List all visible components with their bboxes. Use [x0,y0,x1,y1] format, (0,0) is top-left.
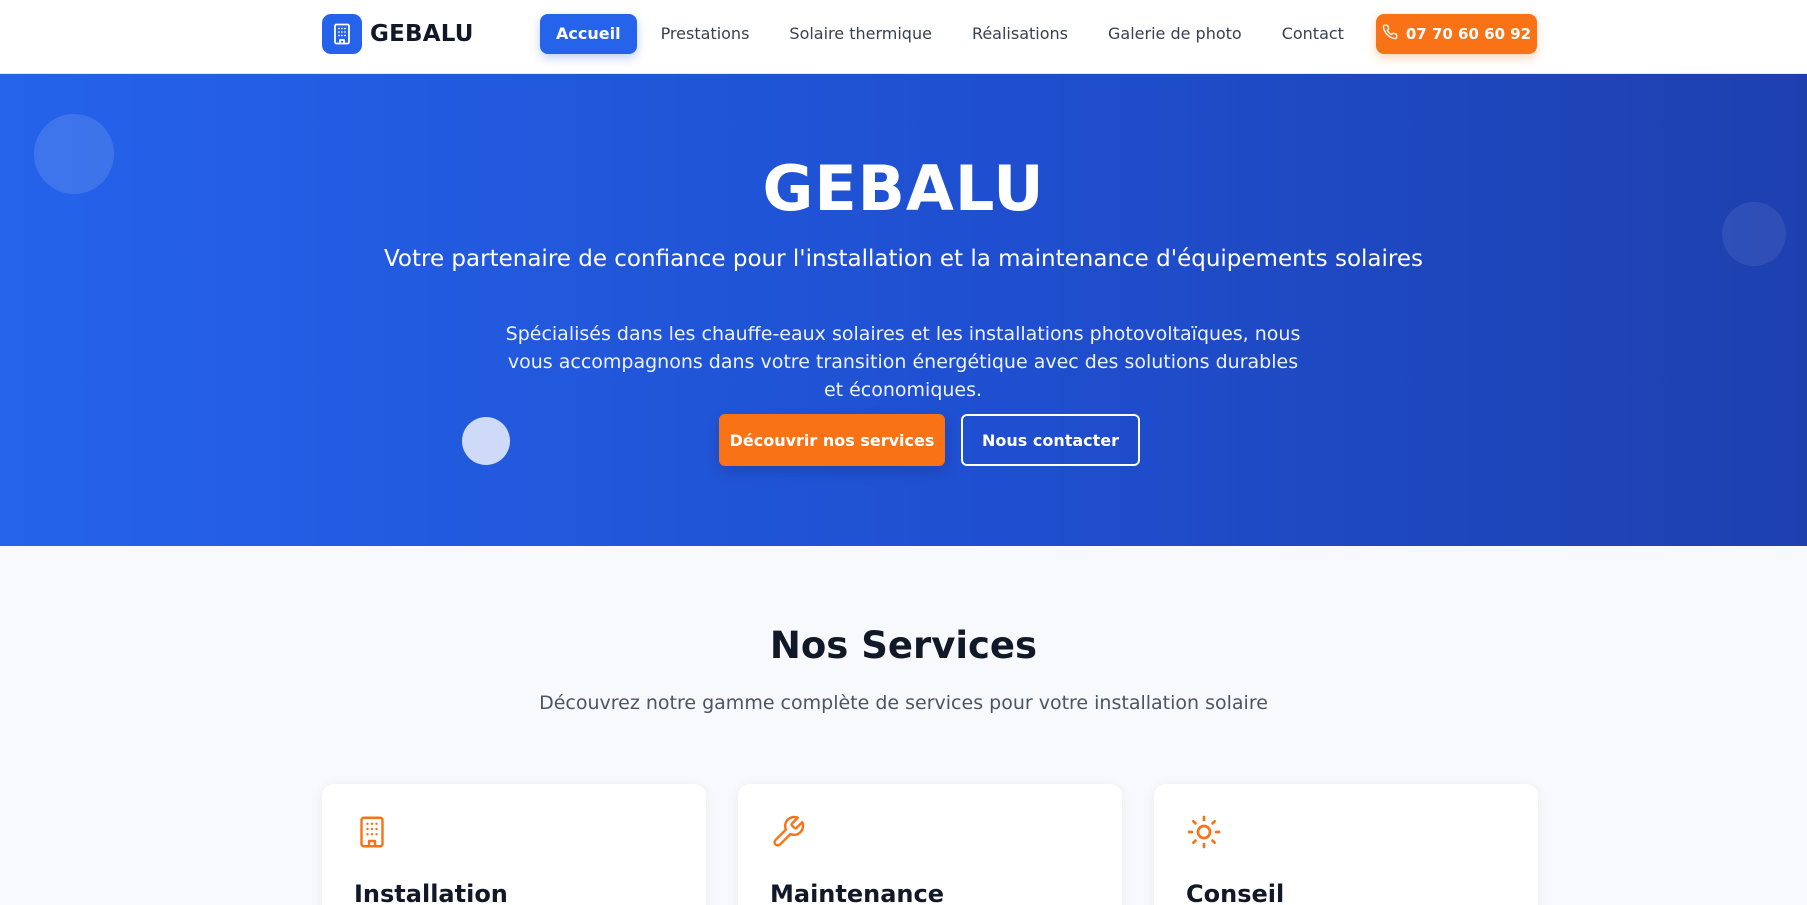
service-card-conseil[interactable]: Conseil [1154,784,1538,905]
hero-description: Spécialisés dans les chauffe-eaux solair… [505,323,1301,401]
service-card-title: Installation [354,880,508,905]
site-header: GEBALU Accueil Prestations Solaire therm… [0,0,1807,74]
services-subtitle: Découvrez notre gamme complète de servic… [539,692,1268,714]
wrench-icon [770,814,806,850]
brand-logo[interactable]: GEBALU [322,14,474,54]
nav-item-accueil[interactable]: Accueil [540,14,637,54]
building-icon [322,14,362,54]
hero-title: GEBALU [762,152,1045,225]
nav-item-prestations[interactable]: Prestations [645,14,766,54]
service-card-title: Conseil [1186,880,1285,905]
services-title: Nos Services [769,624,1038,667]
service-card-maintenance[interactable]: Maintenance [738,784,1122,905]
phone-button[interactable]: 07 70 60 60 92 [1376,14,1537,54]
main-nav: Accueil Prestations Solaire thermique Ré… [540,14,1360,54]
nav-item-solaire-thermique[interactable]: Solaire thermique [773,14,948,54]
brand-name: GEBALU [370,21,474,47]
sun-icon [1186,814,1222,850]
service-card-title: Maintenance [770,880,945,905]
building-icon [354,814,390,850]
discover-services-button[interactable]: Découvrir nos services [719,414,945,466]
nav-item-contact[interactable]: Contact [1266,14,1360,54]
contact-us-button[interactable]: Nous contacter [961,414,1140,466]
service-card-installation[interactable]: Installation [322,784,706,905]
nav-item-realisations[interactable]: Réalisations [956,14,1084,54]
phone-number: 07 70 60 60 92 [1405,25,1532,43]
decorative-circle [462,417,510,465]
phone-icon [1382,24,1398,44]
nav-item-galerie-de-photo[interactable]: Galerie de photo [1092,14,1258,54]
hero-subtitle: Votre partenaire de confiance pour l'ins… [383,246,1423,272]
hero-section: GEBALU Votre partenaire de confiance pou… [0,74,1807,546]
